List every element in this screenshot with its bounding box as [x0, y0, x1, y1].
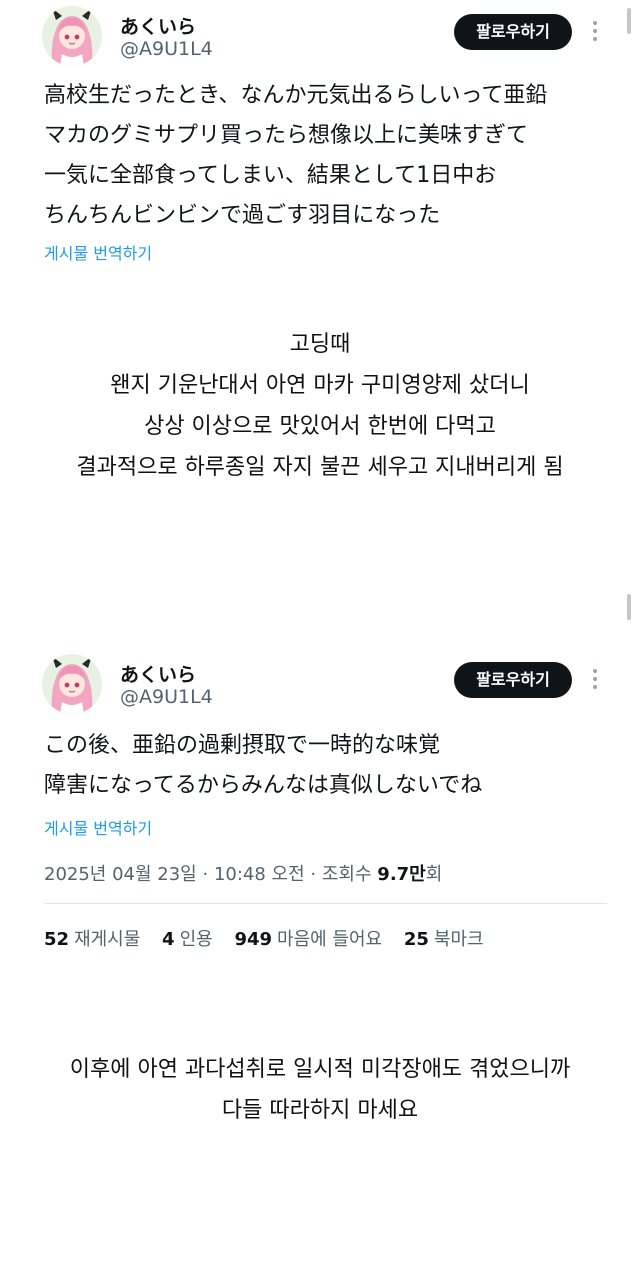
caption-line: 왠지 기운난대서 아연 마카 구미영양제 샀더니 [110, 373, 530, 398]
bookmarks-label: 북마크 [433, 929, 484, 950]
translation-caption-2: 이후에 아연 과다섭취로 일시적 미각장애도 겪었으니까 다들 따라하지 마세요 [0, 1049, 640, 1131]
engagement-stats: 52 재게시물 4 인용 949 마음에 들어요 25 북마크 [44, 925, 500, 951]
reposts-label: 재게시물 [74, 929, 141, 950]
post-2-header: あくいら @A9U1L4 팔로우하기 [42, 654, 612, 718]
avatar[interactable] [42, 654, 102, 714]
views-label: 조회수 [321, 864, 372, 885]
likes-label: 마음에 들어요 [277, 929, 383, 950]
quotes-count: 4 [162, 929, 175, 950]
meta-separator: · [202, 864, 209, 885]
caption-line: 다들 따라하지 마세요 [221, 1098, 419, 1123]
translate-post-link[interactable]: 게시물 번역하기 [44, 815, 152, 839]
likes-count: 949 [234, 929, 273, 950]
follow-button[interactable]: 팔로우하기 [454, 14, 572, 50]
post-date[interactable]: 2025년 04월 23일 [44, 864, 197, 885]
reposts-count: 52 [44, 929, 70, 950]
avatar[interactable] [42, 6, 102, 66]
post-timestamp-line: 2025년 04월 23일 · 10:48 오전 · 조회수 9.7만회 [44, 860, 442, 886]
post-text-line: この後、亜鉛の過剰摂取で一時的な味覚 [44, 733, 441, 758]
reposts-stat[interactable]: 52 재게시물 [44, 925, 140, 951]
divider [44, 903, 607, 904]
post-1-text: 高校生だったとき、なんか元気出るらしいって亜鉛 マカのグミサプリ買ったら想像以上… [44, 76, 614, 236]
post-2-text: この後、亜鉛の過剰摂取で一時的な味覚 障害になってるからみんなは真似しないでね [44, 726, 614, 806]
meta-separator: · [310, 864, 317, 885]
avatar-image [42, 6, 102, 66]
bookmarks-stat[interactable]: 25 북마크 [404, 925, 484, 951]
post-time[interactable]: 10:48 오전 [214, 864, 305, 885]
post-1-header: あくいら @A9U1L4 팔로우하기 [42, 6, 612, 70]
follow-button[interactable]: 팔로우하기 [454, 662, 572, 698]
views-count: 9.7만 [377, 864, 426, 885]
translation-caption-1: 고딩때 왠지 기운난대서 아연 마카 구미영양제 샀더니 상상 이상으로 맛있어… [0, 324, 640, 488]
quotes-stat[interactable]: 4 인용 [162, 925, 213, 951]
caption-line: 상상 이상으로 맛있어서 한번에 다먹고 [144, 414, 496, 439]
post-text-line: ちんちんビンビンで過ごす羽目になった [44, 203, 441, 228]
post-text-line: 一気に全部食ってしまい、結果として1日中お [44, 163, 497, 188]
caption-line: 이후에 아연 과다섭취로 일시적 미각장애도 겪었으니까 [69, 1057, 571, 1082]
translate-post-link[interactable]: 게시물 번역하기 [44, 240, 152, 264]
user-handle[interactable]: @A9U1L4 [120, 686, 213, 708]
scrollbar-thumb[interactable] [627, 8, 631, 34]
scrollbar-thumb[interactable] [627, 594, 631, 620]
caption-line: 결과적으로 하루종일 자지 불끈 세우고 지내버리게 됨 [76, 455, 564, 480]
bookmarks-count: 25 [403, 929, 429, 950]
likes-stat[interactable]: 949 마음에 들어요 [234, 925, 382, 951]
display-name[interactable]: あくいら [120, 660, 196, 687]
views-suffix: 회 [425, 864, 443, 885]
caption-line: 고딩때 [289, 332, 351, 357]
quotes-label: 인용 [179, 929, 213, 950]
post-text-line: 障害になってるからみんなは真似しないでね [44, 773, 483, 798]
more-vertical-icon[interactable] [587, 16, 603, 46]
post-text-line: 高校生だったとき、なんか元気出るらしいって亜鉛 [44, 83, 548, 108]
user-handle[interactable]: @A9U1L4 [120, 38, 213, 60]
post-text-line: マカのグミサプリ買ったら想像以上に美味すぎて [44, 123, 529, 148]
more-vertical-icon[interactable] [587, 664, 603, 694]
display-name[interactable]: あくいら [120, 12, 196, 39]
avatar-image [42, 654, 102, 714]
